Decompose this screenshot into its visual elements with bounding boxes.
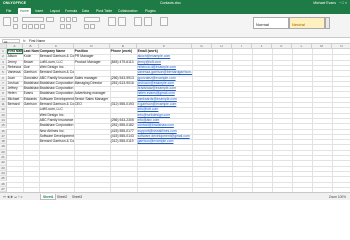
italic-icon[interactable] — [28, 24, 33, 29]
sheet-tab-bar: ⏮ ◀ ▶ ⏭ + ≡ Zoom 100% Sheet1 Sheet2 Sheet3 — [0, 192, 350, 200]
app-logo: ONLYOFFICE — [3, 1, 27, 5]
wrap-text-icon[interactable] — [60, 24, 65, 29]
sheet-navigation-icons[interactable]: ⏮ ◀ ▶ ⏭ + ≡ — [3, 195, 23, 199]
column-title-cell[interactable]: Phone (work) — [110, 49, 137, 54]
column-header-j[interactable]: J — [252, 44, 272, 49]
window-controls[interactable]: − □ × — [339, 1, 347, 5]
spreadsheet-grid[interactable]: ABCDEFGHIJKLMNOPQ12345678910111213141516… — [0, 44, 350, 192]
number-format-select[interactable] — [84, 17, 100, 22]
sheet-tab-sheet1[interactable]: Sheet1 — [40, 194, 57, 200]
grid-row-line — [7, 165, 350, 167]
insert-cells-icon[interactable] — [108, 17, 116, 26]
paste-icon[interactable] — [3, 17, 11, 26]
grid-row-line — [7, 144, 350, 146]
function-icon[interactable]: fx — [23, 39, 26, 43]
font-color-icon[interactable] — [40, 24, 45, 29]
table-cell[interactable]: Bernard Garrison & Co. — [39, 139, 74, 144]
table-cell[interactable]: Managing Director — [74, 81, 110, 86]
grid-row-line — [7, 186, 350, 188]
column-header-m[interactable]: M — [312, 44, 332, 49]
copy-icon[interactable] — [13, 17, 18, 22]
column-header-k[interactable]: K — [272, 44, 292, 49]
font-size-select[interactable] — [46, 17, 54, 22]
grid-row-line — [7, 176, 350, 178]
cell-style-normal[interactable]: Normal — [253, 17, 289, 29]
sort-filter-icon[interactable] — [134, 17, 142, 26]
cut-icon[interactable] — [13, 24, 18, 29]
table-cell[interactable]: (312) 555-0193 — [110, 102, 137, 107]
sheet-tab-sheet2[interactable]: Sheet2 — [55, 194, 69, 200]
bold-icon[interactable] — [22, 24, 27, 29]
grid-row-line — [7, 155, 350, 156]
grid-row-line — [7, 170, 350, 172]
column-header-i[interactable]: I — [232, 44, 252, 49]
column-header-g[interactable]: G — [192, 44, 212, 49]
table-cell[interactable]: (845) 479-6113 — [110, 60, 137, 65]
menu-bar: File Home Insert Layout Formula Data Pivot Tab… — [0, 7, 350, 14]
column-header-l[interactable]: L — [292, 44, 312, 49]
conditional-formatting-icon[interactable] — [160, 17, 168, 26]
currency-icon[interactable] — [90, 24, 95, 29]
align-right-icon[interactable] — [72, 17, 77, 22]
delete-cells-icon[interactable] — [118, 17, 126, 26]
font-family-select[interactable] — [22, 17, 44, 22]
percent-icon[interactable] — [84, 24, 89, 29]
grid-row-line — [7, 149, 350, 151]
title-bar: ONLYOFFICE Contacts.xlsx Michael Evans −… — [0, 0, 350, 7]
zoom-level[interactable]: Zoom 100% — [329, 195, 346, 199]
table-cell[interactable]: Product Manager — [74, 60, 110, 65]
column-header-n[interactable]: N — [332, 44, 350, 49]
table-cell[interactable]: garrison@example.com — [137, 139, 192, 144]
selected-cell-outline — [7, 49, 23, 55]
sheet-tab-sheet3[interactable]: Sheet3 — [70, 194, 84, 200]
name-box[interactable]: A1 — [2, 38, 20, 44]
table-cell[interactable]: CEO — [74, 102, 110, 107]
user-name[interactable]: Michael Evans — [313, 1, 336, 5]
grid-row-line — [7, 181, 350, 183]
underline-icon[interactable] — [34, 24, 39, 29]
align-center-icon[interactable] — [66, 17, 71, 22]
cell-style-neutral[interactable]: Neutral — [289, 17, 325, 29]
document-title: Contacts.xlsx — [160, 1, 181, 6]
table-cell[interactable]: Garrison — [23, 102, 39, 107]
styles-more-button[interactable] — [325, 17, 330, 29]
table-cell[interactable]: (281) 613-9016 — [110, 81, 137, 86]
format-as-table-icon[interactable] — [144, 17, 152, 26]
table-cell[interactable]: (312) 555-0119 — [110, 139, 137, 144]
align-left-icon[interactable] — [60, 17, 65, 22]
formula-input[interactable]: First Name — [29, 39, 45, 43]
grid-row-line — [7, 160, 350, 162]
column-header-h[interactable]: H — [212, 44, 232, 49]
table-cell[interactable]: Bernard — [7, 102, 23, 107]
merge-cells-icon[interactable] — [66, 24, 71, 29]
